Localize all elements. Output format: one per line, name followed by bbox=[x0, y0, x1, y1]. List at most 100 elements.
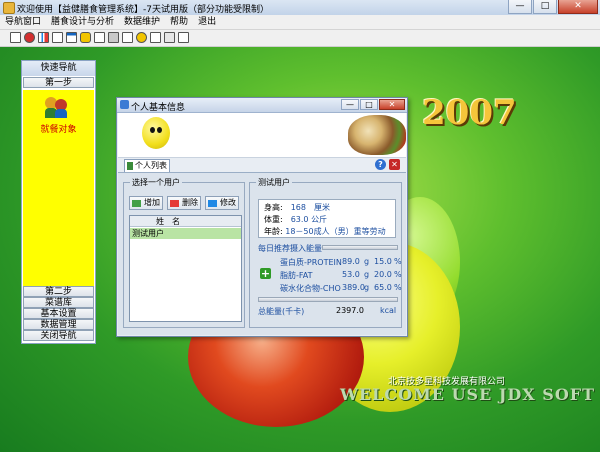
nutrient-value: 89.0 bbox=[342, 257, 360, 266]
height-value: 168 bbox=[290, 203, 306, 212]
window-controls: — □ ✕ bbox=[507, 0, 598, 14]
tab-personal-list[interactable]: 个人列表 bbox=[124, 159, 170, 172]
menu-item-exit[interactable]: 退出 bbox=[193, 15, 221, 29]
nav-close-button[interactable]: 关闭导航 bbox=[23, 330, 94, 341]
brand-year: 2007 bbox=[422, 93, 517, 133]
title-bar: 欢迎使用【益健膳食管理系统】-7天试用版（部分功能受限制） — □ ✕ bbox=[0, 0, 600, 16]
toolbar bbox=[0, 30, 600, 47]
document-icon[interactable] bbox=[94, 32, 105, 43]
dialog-title-bar: 个人基本信息 — □ ✕ bbox=[117, 98, 407, 113]
dialog-close-button[interactable]: ✕ bbox=[379, 99, 405, 110]
dialog-tab-row: 个人列表 bbox=[118, 158, 406, 173]
lock-icon[interactable] bbox=[80, 32, 91, 43]
group-title: 选择一个用户 bbox=[130, 177, 182, 188]
delete-button[interactable]: 删除 bbox=[167, 196, 201, 210]
delete-label: 删除 bbox=[182, 198, 198, 207]
preview-icon[interactable] bbox=[150, 32, 161, 43]
nav-recipe-button[interactable]: 菜谱库 bbox=[23, 297, 94, 308]
dialog-content: 选择一个用户 增加 删除 修改 姓 名 测试用户 测试用户 身高: 168 厘米… bbox=[118, 173, 406, 335]
weight-label: 体重: bbox=[264, 215, 283, 224]
menu-item-nav-window[interactable]: 导航窗口 bbox=[0, 15, 46, 29]
quick-nav-panel: 快速导航 第一步 就餐对象 第二步 菜谱库 基本设置 数据管理 关闭导航 bbox=[21, 60, 96, 344]
person-icon bbox=[127, 162, 133, 170]
height-unit: 厘米 bbox=[313, 203, 330, 212]
height-label: 身高: bbox=[264, 203, 283, 212]
window-icon[interactable] bbox=[66, 32, 77, 43]
total-label: 总能量(千卡) bbox=[258, 307, 305, 316]
group-title: 测试用户 bbox=[256, 177, 292, 188]
nutrient-percent: 15.0 bbox=[374, 257, 392, 266]
delete-icon bbox=[170, 200, 179, 207]
chart-line-icon[interactable] bbox=[52, 32, 63, 43]
maximize-button[interactable]: □ bbox=[533, 0, 557, 14]
close-x-icon[interactable]: ✕ bbox=[389, 159, 400, 170]
weight-unit: 公斤 bbox=[311, 215, 328, 224]
total-unit: kcal bbox=[380, 306, 397, 315]
age-label: 年龄: bbox=[264, 227, 283, 236]
table-icon[interactable] bbox=[10, 32, 21, 43]
divider-bar bbox=[258, 297, 398, 302]
personal-info-dialog: 个人基本信息 — □ ✕ 个人列表 ? ✕ 选择一个用户 增加 删除 修改 姓 … bbox=[116, 97, 408, 337]
nutrient-name: 脂肪-FAT bbox=[280, 271, 313, 280]
edit-button[interactable]: 修改 bbox=[205, 196, 239, 210]
test-user-group: 测试用户 身高: 168 厘米 体重: 63.0 公斤 年龄: 18－50成人（… bbox=[249, 177, 402, 328]
nutrient-percent: 20.0 bbox=[374, 270, 392, 279]
percent-sign: % bbox=[394, 257, 402, 266]
select-user-group: 选择一个用户 增加 删除 修改 姓 名 测试用户 bbox=[123, 177, 245, 328]
window-title: 欢迎使用【益健膳食管理系统】-7天试用版（部分功能受限制） bbox=[17, 5, 269, 15]
nav-step1-panel: 就餐对象 bbox=[23, 90, 94, 286]
divider-bar bbox=[322, 245, 398, 250]
weight-value: 63.0 bbox=[290, 215, 309, 224]
calendar-icon[interactable] bbox=[122, 32, 133, 43]
stop-icon[interactable] bbox=[24, 32, 35, 43]
intake-title: 每日推荐摄入能量 bbox=[258, 244, 322, 253]
dialog-maximize-button[interactable]: □ bbox=[360, 99, 378, 110]
menu-item-data-maintenance[interactable]: 数据维护 bbox=[119, 15, 165, 29]
add-button[interactable]: 增加 bbox=[129, 196, 163, 210]
body-info-box: 身高: 168 厘米 体重: 63.0 公斤 年龄: 18－50成人（男）重等劳… bbox=[258, 199, 396, 238]
menu-item-diet-design[interactable]: 膳食设计与分析 bbox=[46, 15, 119, 29]
nav-step2-button[interactable]: 第二步 bbox=[23, 286, 94, 297]
add-label: 增加 bbox=[144, 198, 160, 207]
nav-settings-button[interactable]: 基本设置 bbox=[23, 308, 94, 319]
menu-item-help[interactable]: 帮助 bbox=[165, 15, 193, 29]
tab-label: 个人列表 bbox=[135, 161, 167, 170]
close-button[interactable]: ✕ bbox=[558, 0, 598, 14]
dialog-icon bbox=[120, 100, 129, 109]
nutrient-value: 53.0 bbox=[342, 270, 360, 279]
user-list[interactable]: 姓 名 测试用户 bbox=[129, 215, 242, 322]
nutrient-name: 蛋白质-PROTEIN bbox=[280, 258, 342, 267]
dialog-banner bbox=[118, 113, 406, 158]
diner-target-link[interactable]: 就餐对象 bbox=[23, 122, 94, 135]
dialog-controls: — □ ✕ bbox=[340, 99, 405, 110]
exit-icon[interactable] bbox=[178, 32, 189, 43]
percent-sign: % bbox=[394, 270, 402, 279]
app-window: 欢迎使用【益健膳食管理系统】-7天试用版（部分功能受限制） — □ ✕ 导航窗口… bbox=[0, 0, 600, 452]
dialog-title: 个人基本信息 bbox=[131, 103, 186, 113]
menu-bar: 导航窗口 膳食设计与分析 数据维护 帮助 退出 bbox=[0, 15, 600, 30]
vegetables-image bbox=[348, 115, 406, 155]
app-icon bbox=[3, 2, 15, 14]
nutrient-percent: 65.0 bbox=[374, 283, 392, 292]
total-value: 2397.0 bbox=[336, 306, 364, 315]
percent-sign: % bbox=[394, 283, 402, 292]
users-icon[interactable] bbox=[45, 97, 69, 119]
plus-icon[interactable]: + bbox=[260, 268, 271, 279]
minimize-button[interactable]: — bbox=[508, 0, 532, 14]
list-item[interactable]: 测试用户 bbox=[130, 228, 241, 239]
print-icon[interactable] bbox=[108, 32, 119, 43]
age-value: 18－50成人（男）重等劳动 bbox=[285, 227, 386, 236]
welcome-text: WELCOME USE JDX SOFT bbox=[340, 385, 596, 404]
dialog-minimize-button[interactable]: — bbox=[341, 99, 359, 110]
help-icon[interactable]: ? bbox=[375, 159, 386, 170]
lemon-mascot-icon bbox=[142, 117, 170, 149]
nutrient-unit: g bbox=[364, 270, 370, 279]
nutrient-name: 碳水化合物-CHO bbox=[280, 284, 341, 293]
edit-label: 修改 bbox=[220, 198, 236, 207]
copy-icon[interactable] bbox=[164, 32, 175, 43]
nutrient-value: 389.0 bbox=[342, 283, 365, 292]
nav-data-button[interactable]: 数据管理 bbox=[23, 319, 94, 330]
chart-icon[interactable] bbox=[38, 32, 49, 43]
nav-step1-button[interactable]: 第一步 bbox=[23, 77, 94, 88]
help-icon[interactable] bbox=[136, 32, 147, 43]
